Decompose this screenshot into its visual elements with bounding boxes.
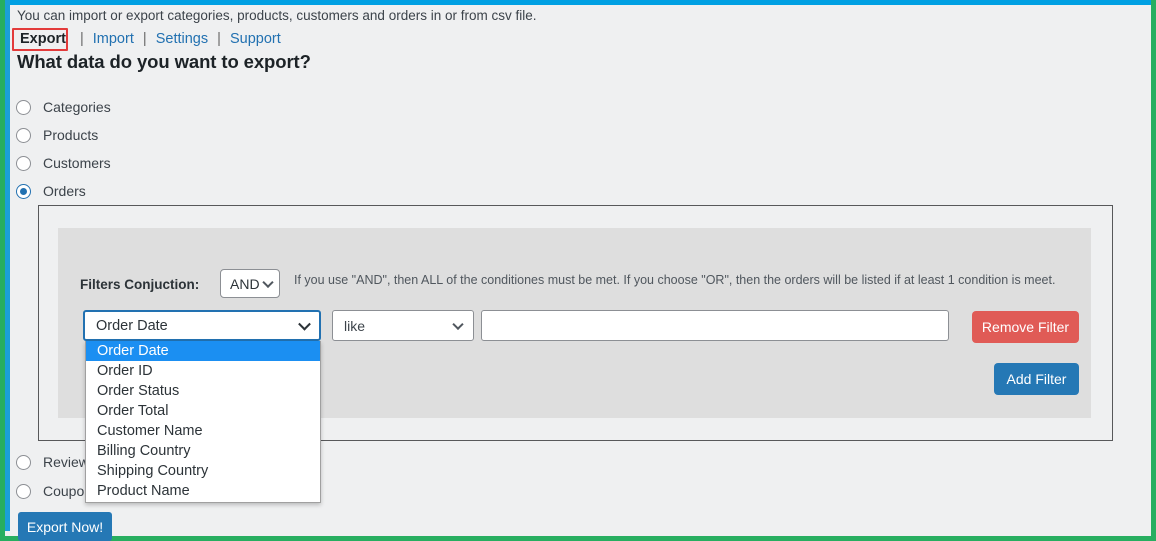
chevron-down-icon (262, 276, 274, 288)
add-filter-button[interactable]: Add Filter (994, 363, 1079, 395)
dropdown-option-customer-name[interactable]: Customer Name (86, 421, 320, 441)
radio-label-orders: Orders (43, 183, 86, 199)
dropdown-option-order-id[interactable]: Order ID (86, 361, 320, 381)
radio-label-customers: Customers (43, 155, 111, 171)
tab-separator-3: | (217, 31, 221, 47)
filter-field-select[interactable]: Order Date (83, 310, 321, 341)
filter-operator-select[interactable]: like (332, 310, 474, 341)
chevron-down-icon (298, 317, 311, 331)
radio-row-products[interactable]: Products (16, 124, 98, 146)
plugin-content: You can import or export categories, pro… (10, 5, 1151, 541)
page-root: You can import or export categories, pro… (0, 0, 1156, 541)
tab-separator-2: | (142, 31, 147, 47)
dropdown-option-order-total[interactable]: Order Total (86, 401, 320, 421)
dropdown-option-order-date[interactable]: Order Date (86, 341, 320, 361)
radio-row-categories[interactable]: Categories (16, 96, 111, 118)
radio-customers[interactable] (16, 155, 31, 171)
dropdown-option-order-status[interactable]: Order Status (86, 381, 320, 401)
radio-row-orders[interactable]: Orders (16, 180, 86, 202)
filters-conjunction-label: Filters Conjuction: (80, 277, 200, 292)
filter-value-input[interactable] (481, 310, 949, 341)
tab-support[interactable]: Support (230, 31, 281, 47)
dropdown-option-billing-country[interactable]: Billing Country (86, 441, 320, 461)
dropdown-option-product-name[interactable]: Product Name (86, 481, 320, 501)
tab-export[interactable]: Export (15, 30, 71, 48)
tab-nav: Export | Import | Settings | Support (15, 30, 281, 48)
filters-conjunction-value: AND (230, 275, 260, 292)
chevron-down-icon (452, 318, 464, 330)
dropdown-option-shipping-country[interactable]: Shipping Country (86, 461, 320, 481)
radio-categories[interactable] (16, 99, 31, 115)
radio-products[interactable] (16, 127, 31, 143)
radio-row-customers[interactable]: Customers (16, 152, 111, 174)
tab-settings[interactable]: Settings (156, 31, 208, 47)
radio-reviews[interactable] (16, 454, 31, 470)
filter-field-dropdown[interactable]: Order Date Order ID Order Status Order T… (85, 341, 321, 503)
radio-row-reviews[interactable]: Reviews (16, 451, 96, 473)
export-now-button[interactable]: Export Now! (18, 512, 112, 541)
intro-text: You can import or export categories, pro… (17, 8, 537, 23)
tab-separator-1: | (79, 31, 84, 47)
radio-label-categories: Categories (43, 99, 111, 115)
radio-label-products: Products (43, 127, 99, 143)
filters-conjunction-help: If you use "AND", then ALL of the condit… (294, 273, 1056, 287)
filter-field-value: Order Date (96, 317, 168, 334)
filter-operator-value: like (344, 317, 366, 334)
tab-import[interactable]: Import (93, 31, 134, 47)
remove-filter-button[interactable]: Remove Filter (972, 311, 1079, 343)
radio-coupons[interactable] (16, 483, 31, 499)
filters-conjunction-select[interactable]: AND (220, 269, 280, 298)
page-title: What data do you want to export? (17, 51, 311, 72)
radio-orders[interactable] (16, 183, 31, 199)
